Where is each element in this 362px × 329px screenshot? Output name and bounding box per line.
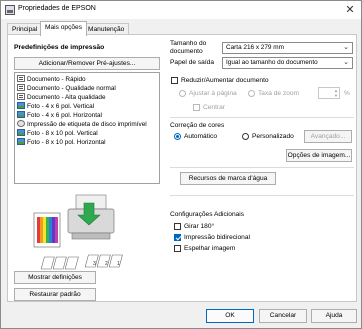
divider <box>170 167 354 168</box>
svg-text:1: 1 <box>117 261 120 267</box>
custom-color-label: Personalizado <box>252 133 294 140</box>
preset-label: Documento - Qualidade normal <box>27 85 116 92</box>
printer-icon <box>5 5 15 15</box>
percent-label: % <box>344 90 350 97</box>
preset-label: Impressão de etiqueta de disco imprimíve… <box>27 121 147 128</box>
svg-text:2: 2 <box>105 261 108 267</box>
bidirectional-checkbox[interactable] <box>174 234 181 241</box>
mirror-image-label: Espelhar imagem <box>184 245 236 252</box>
add-remove-presets-button[interactable]: Adicionar/Remover Pré-ajustes... <box>14 57 160 70</box>
image-options-button[interactable]: Opções de imagem... <box>286 149 352 162</box>
title-bar: Propriedades de EPSON ✕ <box>1 1 361 19</box>
auto-color-radio[interactable] <box>174 133 181 140</box>
reduce-enlarge-label: Reduzir/Aumentar documento <box>181 77 269 84</box>
custom-color-radio[interactable] <box>242 133 249 140</box>
preset-label: Foto - 4 x 6 pol. Horizontal <box>27 112 102 119</box>
color-correction-title: Correção de cores <box>170 122 225 129</box>
fit-page-label: Ajustar à página <box>189 90 237 97</box>
output-paper-select[interactable]: Igual ao tamanho do documento ⌄ <box>222 57 353 69</box>
window-title: Propriedades de EPSON <box>18 5 96 12</box>
output-paper-value: Igual ao tamanho do documento <box>226 59 318 66</box>
disc-icon <box>17 120 25 127</box>
restore-defaults-button[interactable]: Restaurar padrão <box>14 288 96 301</box>
photo-icon <box>17 138 25 145</box>
auto-color-label: Automático <box>184 133 217 140</box>
divider <box>170 117 354 118</box>
preset-label: Documento - Alta qualidade <box>27 94 106 101</box>
watermark-features-button[interactable]: Recursos de marca d'água <box>180 172 276 185</box>
additional-settings-title: Configurações Adicionais <box>170 211 245 218</box>
presets-section-title: Predefinições de impressão <box>14 44 105 51</box>
close-icon[interactable]: ✕ <box>342 3 358 17</box>
printer-properties-window: Propriedades de EPSON ✕ Principal Mais o… <box>0 0 362 329</box>
preset-item[interactable]: Foto - 4 x 6 pol. Vertical <box>17 102 94 111</box>
center-checkbox[interactable] <box>193 104 200 111</box>
tab-panel: Predefinições de impressão Adicionar/Rem… <box>7 34 357 302</box>
zoom-rate-radio[interactable] <box>248 90 255 97</box>
cancel-button[interactable]: Cancelar <box>259 309 307 323</box>
preset-item[interactable]: Foto - 8 x 10 pol. Vertical <box>17 129 98 138</box>
advanced-button[interactable]: Avançado... <box>304 130 352 143</box>
show-settings-button[interactable]: Mostrar definições <box>14 271 96 284</box>
preset-item[interactable]: Foto - 4 x 6 pol. Horizontal <box>17 111 102 120</box>
preset-item[interactable]: Foto - 8 x 10 pol. Horizontal <box>17 138 106 147</box>
chevron-down-icon: ⌄ <box>343 59 349 66</box>
spinner-arrows-icon: ▲ ▼ <box>334 88 338 98</box>
svg-text:3: 3 <box>93 261 96 267</box>
fit-page-radio[interactable] <box>179 90 186 97</box>
photo-icon <box>17 102 25 109</box>
preset-label: Foto - 8 x 10 pol. Vertical <box>27 130 98 137</box>
document-icon <box>17 93 25 100</box>
chevron-down-icon: ⌄ <box>343 44 349 51</box>
document-icon <box>17 84 25 91</box>
rotate-180-label: Girar 180° <box>184 223 215 230</box>
preset-item[interactable]: Impressão de etiqueta de disco imprimíve… <box>17 120 147 129</box>
document-size-value: Carta 216 x 279 mm <box>226 44 284 51</box>
output-paper-label: Papel de saída <box>170 59 214 66</box>
photo-icon <box>17 129 25 136</box>
presets-list[interactable]: Documento - Rápido Documento - Qualidade… <box>14 72 160 184</box>
divider <box>170 195 354 196</box>
document-size-select[interactable]: Carta 216 x 279 mm ⌄ <box>222 42 353 54</box>
preset-item[interactable]: Documento - Qualidade normal <box>17 84 116 93</box>
preset-item[interactable]: Documento - Alta qualidade <box>17 93 106 102</box>
ok-button[interactable]: OK <box>206 309 254 323</box>
zoom-rate-spinner[interactable]: ▲ ▼ <box>318 87 340 99</box>
document-icon <box>17 75 25 82</box>
mirror-image-checkbox[interactable] <box>174 245 181 252</box>
preset-item[interactable]: Documento - Rápido <box>17 75 86 84</box>
center-label: Centrar <box>203 104 225 111</box>
reduce-enlarge-checkbox[interactable] <box>171 77 178 84</box>
photo-icon <box>17 111 25 118</box>
zoom-rate-label: Taxa de zoom <box>258 90 300 97</box>
bidirectional-label: Impressão bidirecional <box>184 234 250 241</box>
rotate-180-checkbox[interactable] <box>174 223 181 230</box>
preset-label: Foto - 4 x 6 pol. Vertical <box>27 103 95 110</box>
tab-mais-opcoes[interactable]: Mais opções <box>40 21 88 36</box>
document-size-label: Tamanho do documento <box>170 40 207 55</box>
help-button[interactable]: Ajuda <box>311 309 357 323</box>
preset-label: Documento - Rápido <box>27 76 86 83</box>
preset-label: Foto - 8 x 10 pol. Horizontal <box>27 139 106 146</box>
